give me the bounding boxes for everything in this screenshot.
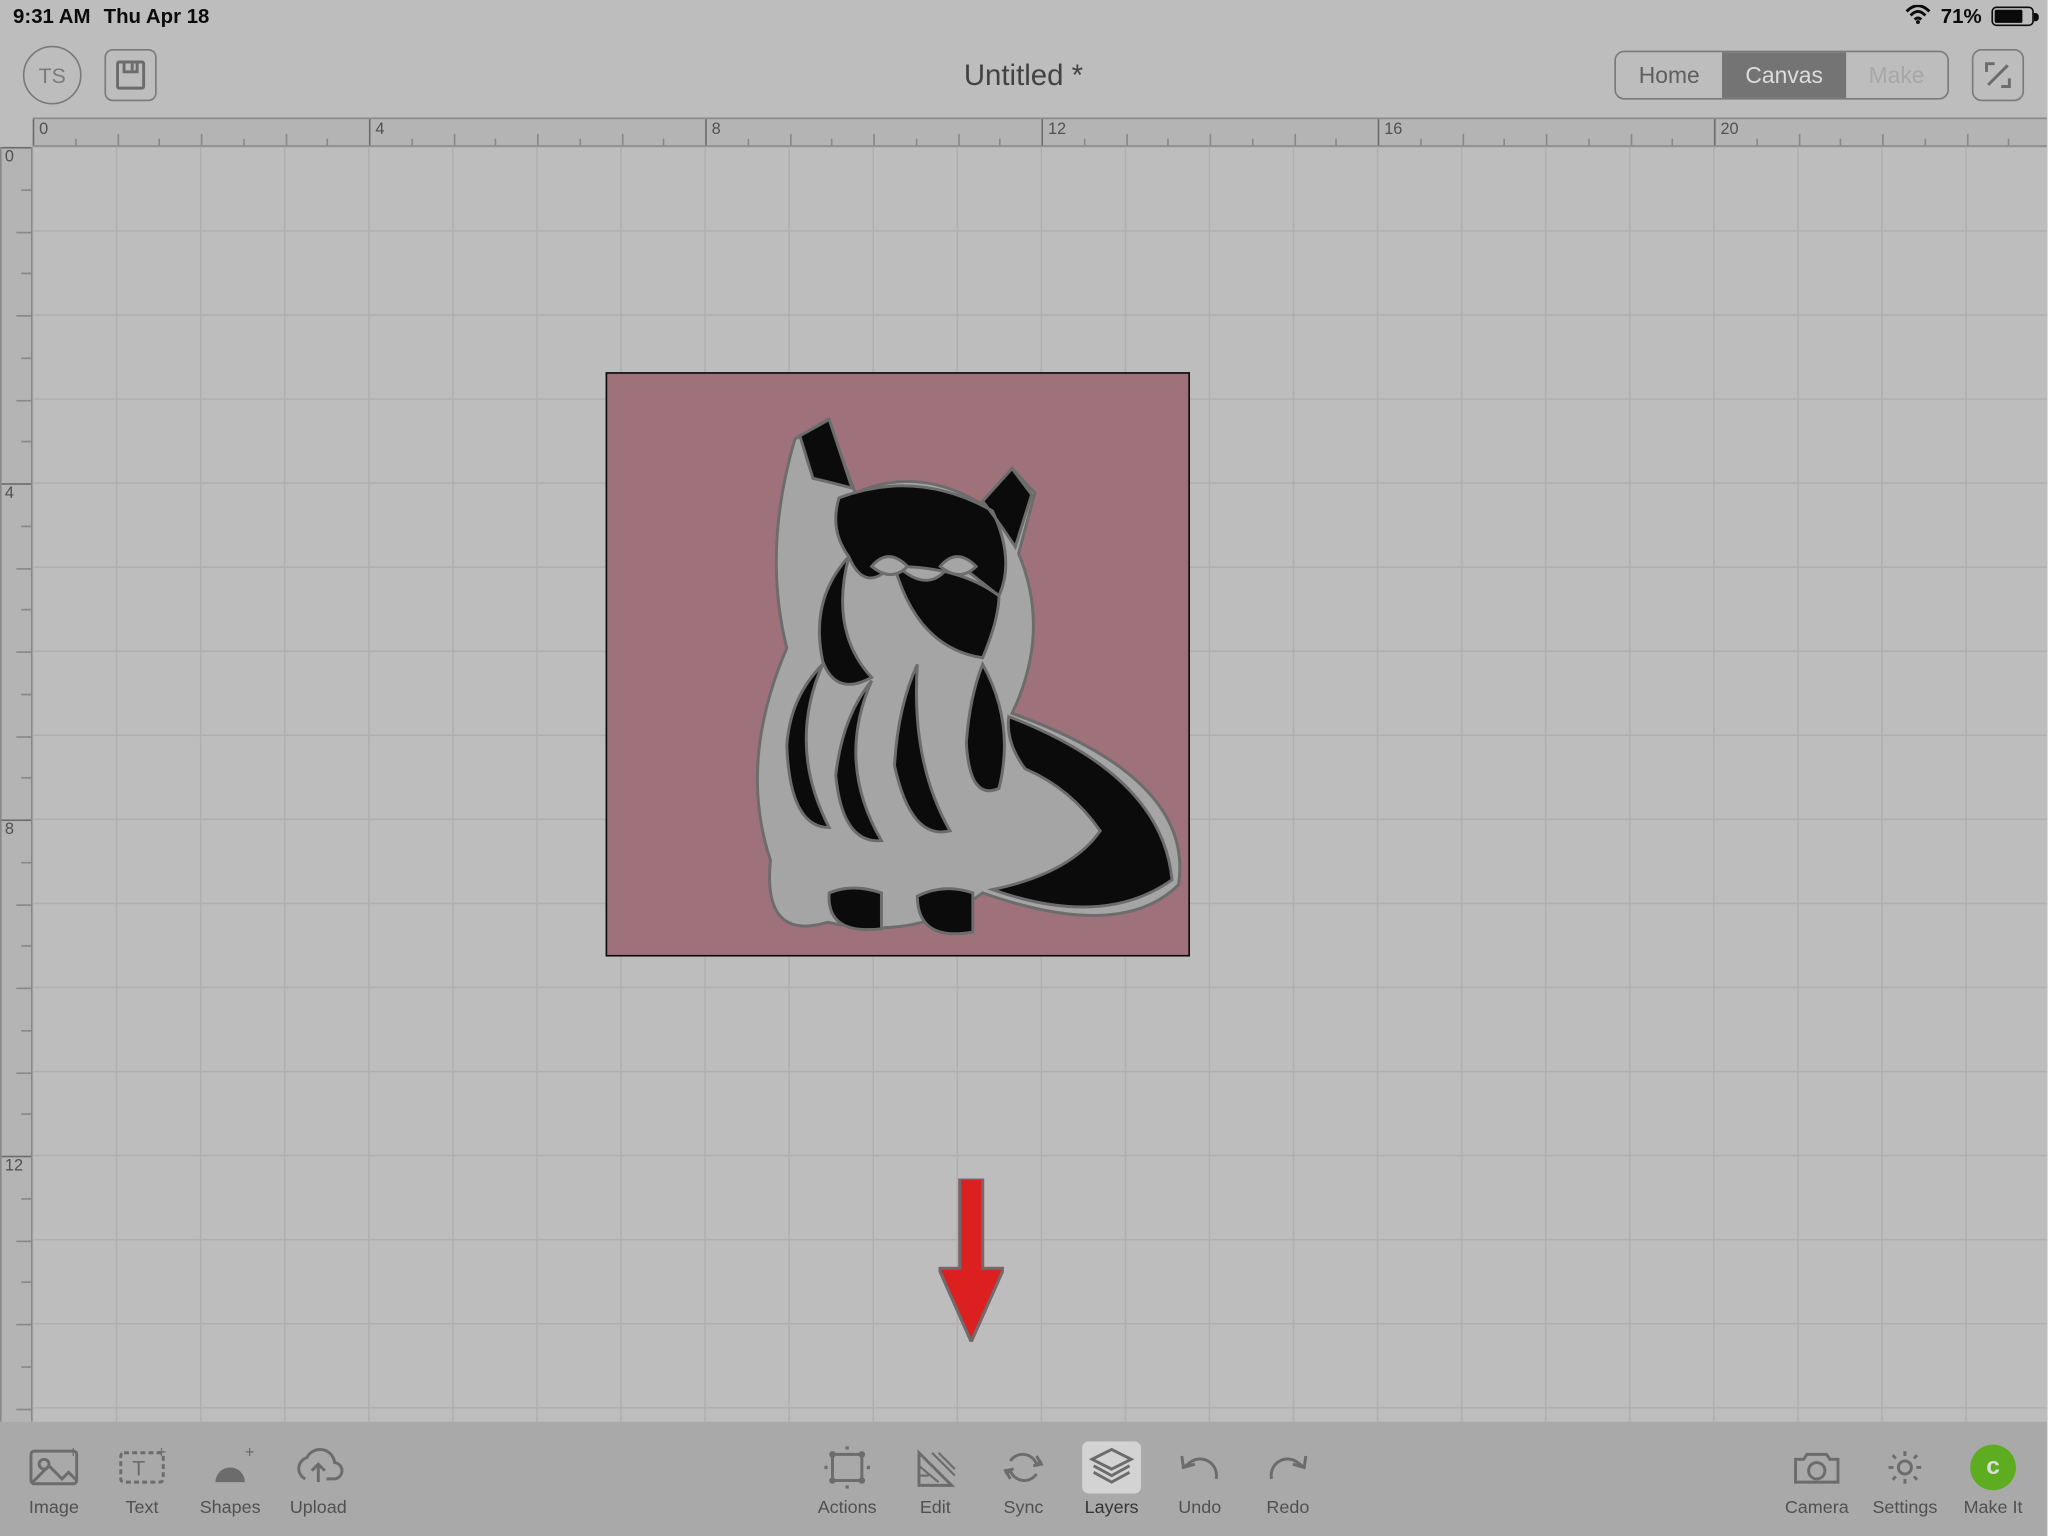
save-icon [114,59,147,92]
annotation-arrow-icon [939,1179,1004,1342]
user-avatar[interactable]: TS [23,46,82,105]
upload-icon [292,1445,344,1487]
battery-icon [1991,7,2033,27]
camera-icon [1791,1445,1843,1487]
settings-button[interactable]: Settings [1861,1441,1949,1518]
tool-label: Redo [1266,1498,1309,1518]
edit-icon [912,1445,958,1487]
redo-icon [1265,1445,1311,1487]
upload-button[interactable]: Upload [274,1441,362,1518]
image-button[interactable]: + Image [10,1441,98,1518]
tool-label: Undo [1178,1498,1221,1518]
cricut-logo-icon: c [1970,1444,2016,1490]
svg-text:+: + [69,1445,79,1460]
tool-label: Shapes [200,1498,261,1518]
bottom-toolbar: +Image T+Text +Shapes Upload Actions Edi… [0,1422,2047,1536]
tool-label: Make It [1964,1498,2023,1518]
app-header: TS Untitled * Home Canvas Make [0,33,2047,118]
expand-icon [1983,60,2012,89]
actions-icon [824,1445,870,1487]
makeit-button[interactable]: c Make It [1949,1441,2037,1518]
tool-label: Camera [1785,1498,1849,1518]
edit-button[interactable]: Edit [891,1441,979,1518]
cat-image [673,403,1195,950]
tab-home[interactable]: Home [1616,52,1723,98]
status-time: 9:31 AM [13,5,90,28]
status-bar: 9:31 AM Thu Apr 18 71% [0,0,2047,33]
tab-canvas[interactable]: Canvas [1723,52,1846,98]
tool-label: Image [29,1498,79,1518]
actions-button[interactable]: Actions [803,1441,891,1518]
undo-icon [1177,1445,1223,1487]
svg-text:+: + [245,1445,255,1460]
ruler-horizontal: 048121620 [33,118,2047,147]
document-title: Untitled * [964,58,1083,92]
gear-icon [1882,1445,1928,1487]
tool-label: Edit [920,1498,951,1518]
tool-label: Text [126,1498,159,1518]
layers-icon [1089,1445,1135,1487]
svg-text:T: T [132,1457,145,1480]
tab-make: Make [1846,52,1948,98]
tool-label: Settings [1872,1498,1937,1518]
text-button[interactable]: T+Text [98,1441,186,1518]
tool-label: Upload [290,1498,347,1518]
sync-icon [1001,1445,1047,1487]
undo-button[interactable]: Undo [1156,1441,1244,1518]
fullscreen-button[interactable] [1972,49,2024,101]
view-segmented-control: Home Canvas Make [1614,51,1949,100]
image-icon: + [29,1445,78,1487]
camera-button[interactable]: Camera [1773,1441,1861,1518]
canvas-object[interactable] [606,372,1190,956]
tool-label: Layers [1085,1498,1139,1518]
sync-button[interactable]: Sync [979,1441,1067,1518]
design-canvas[interactable] [33,147,2047,1422]
shapes-icon: + [206,1445,255,1487]
text-icon: T+ [118,1445,167,1487]
layers-button[interactable]: Layers [1068,1441,1156,1518]
battery-percent: 71% [1941,5,1982,28]
shapes-button[interactable]: + Shapes [186,1441,274,1518]
redo-button[interactable]: Redo [1244,1441,1332,1518]
wifi-icon [1905,4,1931,28]
tool-label: Actions [818,1498,877,1518]
tool-label: Sync [1003,1498,1043,1518]
status-date: Thu Apr 18 [104,5,210,28]
save-button[interactable] [104,49,156,101]
svg-text:+: + [157,1445,167,1460]
ruler-vertical: 04812 [0,147,33,1422]
